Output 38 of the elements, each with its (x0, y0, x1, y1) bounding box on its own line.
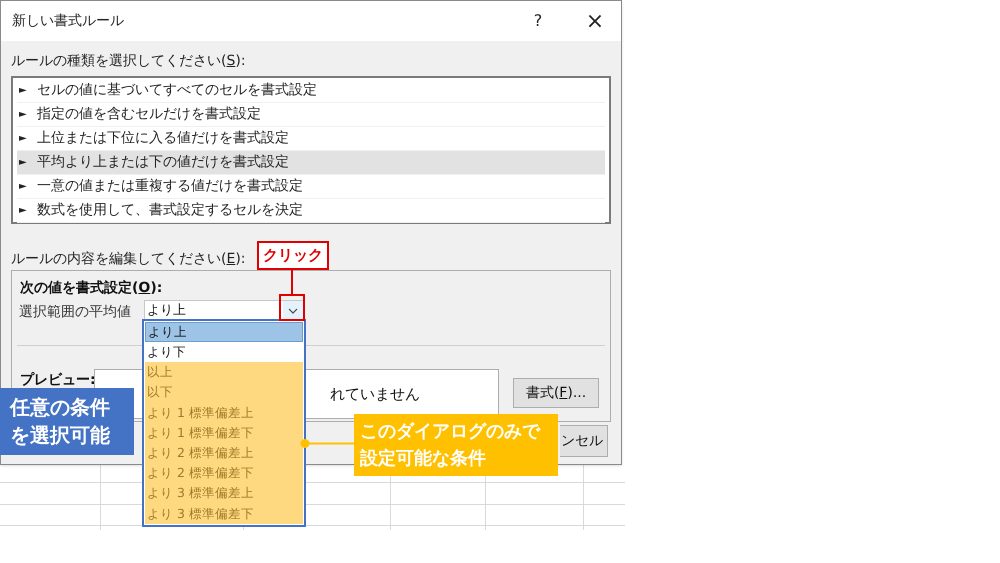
preview-text: れていません (330, 384, 420, 405)
close-button[interactable]: × (580, 4, 610, 38)
rule-type-item[interactable]: ► 上位または下位に入る値だけを書式設定 (17, 127, 605, 151)
rule-type-item[interactable]: ► セルの値に基づいてすべてのセルを書式設定 (17, 79, 605, 103)
item-label: 数式を使用して、書式設定するセルを決定 (37, 201, 303, 220)
section-heading: 次の値を書式設定(O): (20, 278, 162, 298)
highlight-frame (279, 294, 305, 321)
triangle-marker: ► (18, 156, 28, 170)
item-label: 上位または下位に入る値だけを書式設定 (37, 129, 289, 148)
triangle-marker: ► (18, 204, 28, 218)
rule-type-item[interactable]: ► 平均より上または下の値だけを書式設定 (17, 151, 605, 175)
dropdown-button[interactable] (283, 301, 303, 321)
preview-label: プレビュー: (20, 371, 96, 390)
format-button[interactable]: 書式(F)... (513, 378, 599, 408)
window-title: 新しい書式ルール (12, 12, 124, 30)
rule-type-item[interactable]: ► 一意の値または重複する値だけを書式設定 (17, 175, 605, 199)
triangle-marker: ► (18, 180, 28, 194)
triangle-marker: ► (18, 132, 28, 146)
leader-line (291, 270, 293, 294)
item-label: 一意の値または重複する値だけを書式設定 (37, 177, 303, 196)
item-label: 指定の値を含むセルだけを書式設定 (37, 105, 261, 124)
help-button[interactable]: ? (526, 9, 550, 33)
cancel-button[interactable]: ンセル (560, 425, 608, 457)
item-label: 平均より上または下の値だけを書式設定 (37, 153, 289, 172)
click-callout: クリック (257, 241, 329, 270)
rule-type-item[interactable]: ► 数式を使用して、書式設定するセルを決定 (17, 199, 605, 223)
section-label: ルールの内容を編集してください(E): (11, 251, 246, 267)
callout-label: このダイアログのみで設定可能な条件 (354, 414, 558, 476)
leader-line (299, 438, 355, 449)
triangle-marker: ► (18, 108, 28, 122)
section-label: ルールの種類を選択してください(S): (11, 52, 247, 71)
item-label: セルの値に基づいてすべてのセルを書式設定 (37, 81, 317, 100)
callout-label: 任意の条件を選択可能 (0, 388, 134, 455)
field-label: 選択範囲の平均値 (19, 303, 131, 322)
chevron-down-icon (288, 308, 298, 314)
triangle-marker: ► (18, 84, 28, 98)
dropdown-option[interactable]: より上 (145, 322, 303, 342)
rule-type-item[interactable]: ► 指定の値を含むセルだけを書式設定 (17, 103, 605, 127)
